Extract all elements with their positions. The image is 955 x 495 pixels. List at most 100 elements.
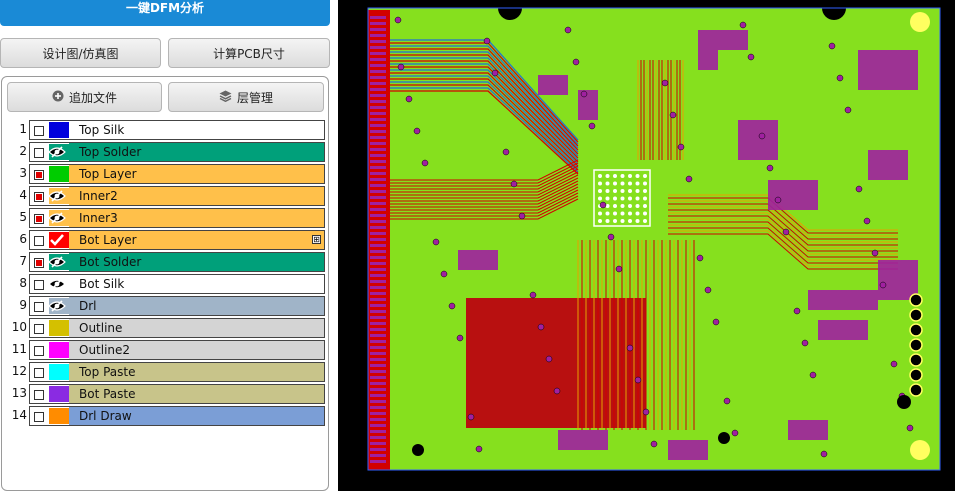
layer-row[interactable]: 12 Top Paste (9, 362, 325, 382)
bga-ball (620, 189, 625, 193)
layer-entry[interactable]: Bot Layer ⊞ (29, 230, 325, 250)
plus-circle-icon (52, 90, 64, 105)
layer-row[interactable]: 10 Outline (9, 318, 325, 338)
connector-pad (909, 338, 923, 352)
layer-entry[interactable]: Bot Silk (29, 274, 325, 294)
bga-ball (598, 174, 602, 178)
dfm-analysis-button[interactable]: 一键DFM分析 (0, 0, 330, 26)
layer-row[interactable]: 3 Top Layer (9, 164, 325, 184)
layer-visibility-checkbox[interactable] (34, 258, 44, 268)
add-file-button[interactable]: 追加文件 (7, 82, 162, 112)
layer-visibility-checkbox[interactable] (34, 390, 44, 400)
calc-pcb-size-button[interactable]: 计算PCB尺寸 (168, 38, 330, 68)
layer-visibility-checkbox[interactable] (34, 302, 44, 312)
edge-pin (370, 130, 386, 133)
connector-pad (909, 383, 923, 397)
layer-entry[interactable]: Outline2 (29, 340, 325, 360)
via (906, 424, 914, 432)
bga-ball (613, 211, 617, 216)
edge-pin (370, 250, 386, 253)
expand-icon[interactable]: ⊞ (312, 235, 321, 244)
edge-pin (370, 160, 386, 163)
edge-pin (370, 82, 386, 85)
layer-visibility-checkbox[interactable] (34, 126, 44, 136)
layer-row[interactable]: 13 Bot Paste (9, 384, 325, 404)
layer-index: 9 (19, 298, 27, 312)
hidden-eye-icon (46, 275, 67, 293)
eye-slot (46, 407, 67, 425)
layer-visibility-checkbox[interactable] (34, 368, 44, 378)
layer-row[interactable]: 11 Outline2 (9, 340, 325, 360)
checkmark-icon (46, 231, 67, 249)
dense-routing-region (466, 298, 646, 428)
layer-row[interactable]: 4 Inner2 (9, 186, 325, 206)
layer-row[interactable]: 14 Drl Draw (9, 406, 325, 426)
edge-pin (370, 376, 386, 379)
layer-entry[interactable]: Top Paste (29, 362, 325, 382)
edge-pin (370, 16, 386, 19)
layer-index: 11 (11, 342, 27, 356)
layer-entry[interactable]: Top Silk (29, 120, 325, 140)
via (440, 270, 448, 278)
layer-entry[interactable]: Bot Solder (29, 252, 325, 272)
layer-visibility-checkbox[interactable] (34, 214, 44, 224)
layer-entry[interactable]: Bot Paste (29, 384, 325, 404)
via (836, 74, 844, 82)
layer-entry[interactable]: Top Layer (29, 164, 325, 184)
connector-pad (909, 368, 923, 382)
component-pad (718, 30, 748, 50)
layer-entry[interactable]: Inner3 (29, 208, 325, 228)
via (491, 69, 499, 77)
via (879, 281, 887, 289)
layer-row[interactable]: 6 Bot Layer ⊞ (9, 230, 325, 250)
layer-entry[interactable]: Drl Draw (29, 406, 325, 426)
layer-row[interactable]: 9 Drl (9, 296, 325, 316)
via (518, 212, 526, 220)
edge-pin (370, 142, 386, 145)
via (580, 90, 588, 98)
layer-entry[interactable]: Inner2 (29, 186, 325, 206)
layer-entry[interactable]: Drl (29, 296, 325, 316)
component-pad (868, 150, 908, 180)
layer-row[interactable]: 5 Inner3 (9, 208, 325, 228)
design-view-label: 设计图/仿真图 (42, 46, 119, 61)
layer-entry[interactable]: Outline (29, 318, 325, 338)
layer-visibility-checkbox[interactable] (34, 148, 44, 158)
hidden-eye-icon (46, 143, 67, 161)
design-view-button[interactable]: 设计图/仿真图 (0, 38, 161, 68)
pcb-viewer-canvas[interactable] (338, 0, 955, 491)
edge-pin (370, 310, 386, 313)
fiducial-mark (910, 12, 930, 32)
layer-row[interactable]: 2 Top Solder (9, 142, 325, 162)
edge-pin (370, 34, 386, 37)
edge-pin (370, 208, 386, 211)
edge-pin (370, 94, 386, 97)
layer-row[interactable]: 1 Top Silk (9, 120, 325, 140)
layer-row[interactable]: 8 Bot Silk (9, 274, 325, 294)
layer-visibility-checkbox[interactable] (34, 324, 44, 334)
layer-index: 10 (11, 320, 27, 334)
bga-ball (613, 196, 617, 201)
layer-manage-button[interactable]: 层管理 (168, 82, 324, 112)
layer-visibility-checkbox[interactable] (34, 192, 44, 202)
layer-visibility-checkbox[interactable] (34, 236, 44, 246)
layer-visibility-checkbox[interactable] (34, 412, 44, 422)
component-pad (538, 75, 568, 95)
edge-pin (370, 304, 386, 307)
edge-pin (370, 196, 386, 199)
via (661, 79, 669, 87)
edge-pin (370, 70, 386, 73)
edge-pin (370, 370, 386, 373)
layer-name: Outline (79, 321, 123, 335)
layer-visibility-checkbox[interactable] (34, 280, 44, 290)
layer-visibility-checkbox[interactable] (34, 170, 44, 180)
edge-pin (370, 298, 386, 301)
layer-visibility-checkbox[interactable] (34, 346, 44, 356)
layer-index: 4 (19, 188, 27, 202)
layer-name: Bot Paste (79, 387, 136, 401)
bga-ball (643, 174, 647, 178)
add-file-label: 追加文件 (68, 90, 117, 105)
layer-entry[interactable]: Top Solder (29, 142, 325, 162)
pcb-render[interactable] (338, 0, 955, 491)
layer-row[interactable]: 7 Bot Solder (9, 252, 325, 272)
